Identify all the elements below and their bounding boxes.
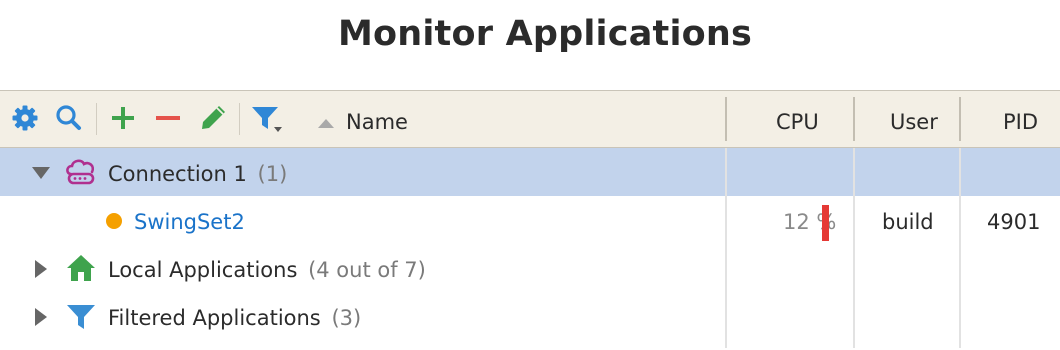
filter-icon [67,305,95,329]
local-name: Local Applications [108,258,298,282]
column-gridline [853,148,855,348]
status-dot-icon [106,213,122,229]
column-gridline [725,148,727,348]
column-divider[interactable] [725,97,727,141]
toolbar-separator [239,103,240,135]
add-button[interactable] [108,103,138,133]
applications-panel: Name CPU User PID Connection 1 (1) Swing… [0,90,1060,350]
connection-name: Connection 1 [108,162,247,186]
pencil-icon [202,106,225,129]
edit-button[interactable] [198,103,228,133]
filtered-label: Filtered Applications (3) [108,292,361,344]
table-header: Name CPU User PID [0,90,1060,148]
app-name-link[interactable]: SwingSet2 [134,196,245,248]
user-value: build [882,210,934,234]
connection-count: (1) [257,162,288,186]
sort-ascending-icon[interactable] [317,117,335,129]
filter-button[interactable] [250,103,282,133]
search-icon [56,105,81,130]
tree-row-local[interactable]: Local Applications (4 out of 7) [0,244,1060,292]
minus-icon [156,116,180,120]
expanded-chevron-icon[interactable] [31,166,51,180]
settings-button[interactable] [10,103,40,133]
column-divider[interactable] [959,97,961,141]
tree-row-connection[interactable]: Connection 1 (1) [0,148,1060,196]
collapsed-chevron-icon[interactable] [34,259,48,279]
column-header-cpu[interactable]: CPU [776,91,819,147]
plus-icon [112,107,134,129]
home-icon [67,255,95,281]
column-divider[interactable] [853,97,855,141]
pid-value: 4901 [987,210,1041,234]
collapsed-chevron-icon[interactable] [34,307,48,327]
filtered-count: (3) [331,306,362,330]
filtered-name: Filtered Applications [108,306,321,330]
toolbar-separator [96,103,97,135]
tree-row-app[interactable]: SwingSet2 12 % build 4901 [0,196,1060,244]
gear-icon [12,105,38,131]
column-header-user[interactable]: User [890,91,938,147]
tree-row-filtered[interactable]: Filtered Applications (3) [0,292,1060,340]
search-button[interactable] [53,103,83,133]
column-header-pid[interactable]: PID [1003,91,1038,147]
connection-label: Connection 1 (1) [108,148,287,200]
local-label: Local Applications (4 out of 7) [108,244,426,296]
column-header-name[interactable]: Name [346,91,408,147]
cpu-bar [822,205,829,241]
remove-button[interactable] [153,103,183,133]
local-count: (4 out of 7) [308,258,426,282]
page-title: Monitor Applications [337,14,753,54]
filter-icon [252,107,282,132]
cpu-bar-fill [822,205,829,241]
cloud-server-icon [66,159,95,185]
column-gridline [959,148,961,348]
